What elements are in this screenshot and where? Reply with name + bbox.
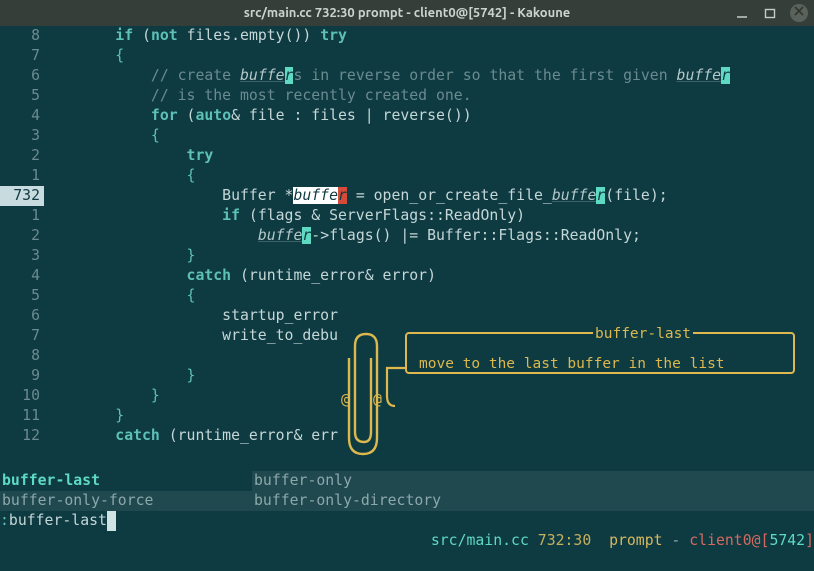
line-number: 2: [0, 226, 44, 246]
code-line: 6 // create buffers in reverse order so …: [0, 66, 814, 86]
line-number: 7: [0, 46, 44, 66]
code-line: 8 if (not files.empty()) try: [0, 26, 814, 46]
line-number: 10: [0, 386, 44, 406]
line-number: 5: [0, 86, 44, 106]
status-file: src/main.cc: [431, 532, 529, 549]
completion-menu[interactable]: buffer-last buffer-only buffer-only-forc…: [0, 471, 814, 511]
line-number: 3: [0, 126, 44, 146]
status-client: client0@[: [689, 532, 769, 549]
code-line: 2 buffer->flags() |= Buffer::Flags::Read…: [0, 226, 814, 246]
line-number: 4: [0, 266, 44, 286]
code-line: 7 write_to_debu: [0, 326, 814, 346]
line-number: 1: [0, 206, 44, 226]
code-line: 1 {: [0, 166, 814, 186]
code-line: 5 {: [0, 286, 814, 306]
code-line-current: 732 Buffer *buffer = open_or_create_file…: [0, 186, 814, 206]
code-line: 9 }: [0, 366, 814, 386]
completion-item[interactable]: buffer-only: [252, 471, 504, 491]
line-number: 4: [0, 106, 44, 126]
maximize-button[interactable]: [762, 5, 778, 21]
line-number: 6: [0, 306, 44, 326]
status-line[interactable]: :buffer-last src/main.cc 732:30 prompt -…: [0, 511, 814, 531]
code-line: 12 catch (runtime_error& err: [0, 426, 814, 446]
window-title: src/main.cc 732:30 prompt - client0@[574…: [0, 3, 814, 23]
line-number: 1: [0, 166, 44, 186]
code-line: 10 }: [0, 386, 814, 406]
line-number: 3: [0, 246, 44, 266]
code-line: 8: [0, 346, 814, 366]
code-line: 1 if (flags & ServerFlags::ReadOnly): [0, 206, 814, 226]
status-mode: prompt: [609, 532, 662, 549]
completion-item[interactable]: buffer-only-force: [0, 491, 252, 511]
line-number-current: 732: [0, 186, 44, 206]
code-line: 3 {: [0, 126, 814, 146]
line-number: 7: [0, 326, 44, 346]
line-number: 8: [0, 26, 44, 46]
line-number: 2: [0, 146, 44, 166]
line-number: 11: [0, 406, 44, 426]
cursor: [107, 511, 116, 531]
status-pos: 732:30: [538, 532, 591, 549]
prompt-input[interactable]: buffer-last: [9, 511, 107, 531]
completion-item-selected[interactable]: buffer-last: [0, 471, 252, 491]
line-number: 6: [0, 66, 44, 86]
status-right: src/main.cc 732:30 prompt - client0@[574…: [377, 511, 814, 531]
window-titlebar: src/main.cc 732:30 prompt - client0@[574…: [0, 0, 814, 26]
line-number: 5: [0, 286, 44, 306]
minimize-button[interactable]: [734, 5, 750, 21]
completion-item[interactable]: buffer-only-directory: [252, 491, 504, 511]
code-line: 4 for (auto& file : files | reverse()): [0, 106, 814, 126]
code-line: 4 catch (runtime_error& error): [0, 266, 814, 286]
close-button[interactable]: [790, 4, 808, 22]
editor-viewport[interactable]: 8 if (not files.empty()) try 7 { 6 // cr…: [0, 26, 814, 531]
line-number: 12: [0, 426, 44, 446]
code-line: 6 startup_error: [0, 306, 814, 326]
code-line: 7 {: [0, 46, 814, 66]
line-number: 8: [0, 346, 44, 366]
prompt-prefix: :: [0, 511, 9, 531]
line-number: 9: [0, 366, 44, 386]
code-line: 3 }: [0, 246, 814, 266]
code-line: 2 try: [0, 146, 814, 166]
code-line: 11 }: [0, 406, 814, 426]
code-line: 5 // is the most recently created one.: [0, 86, 814, 106]
